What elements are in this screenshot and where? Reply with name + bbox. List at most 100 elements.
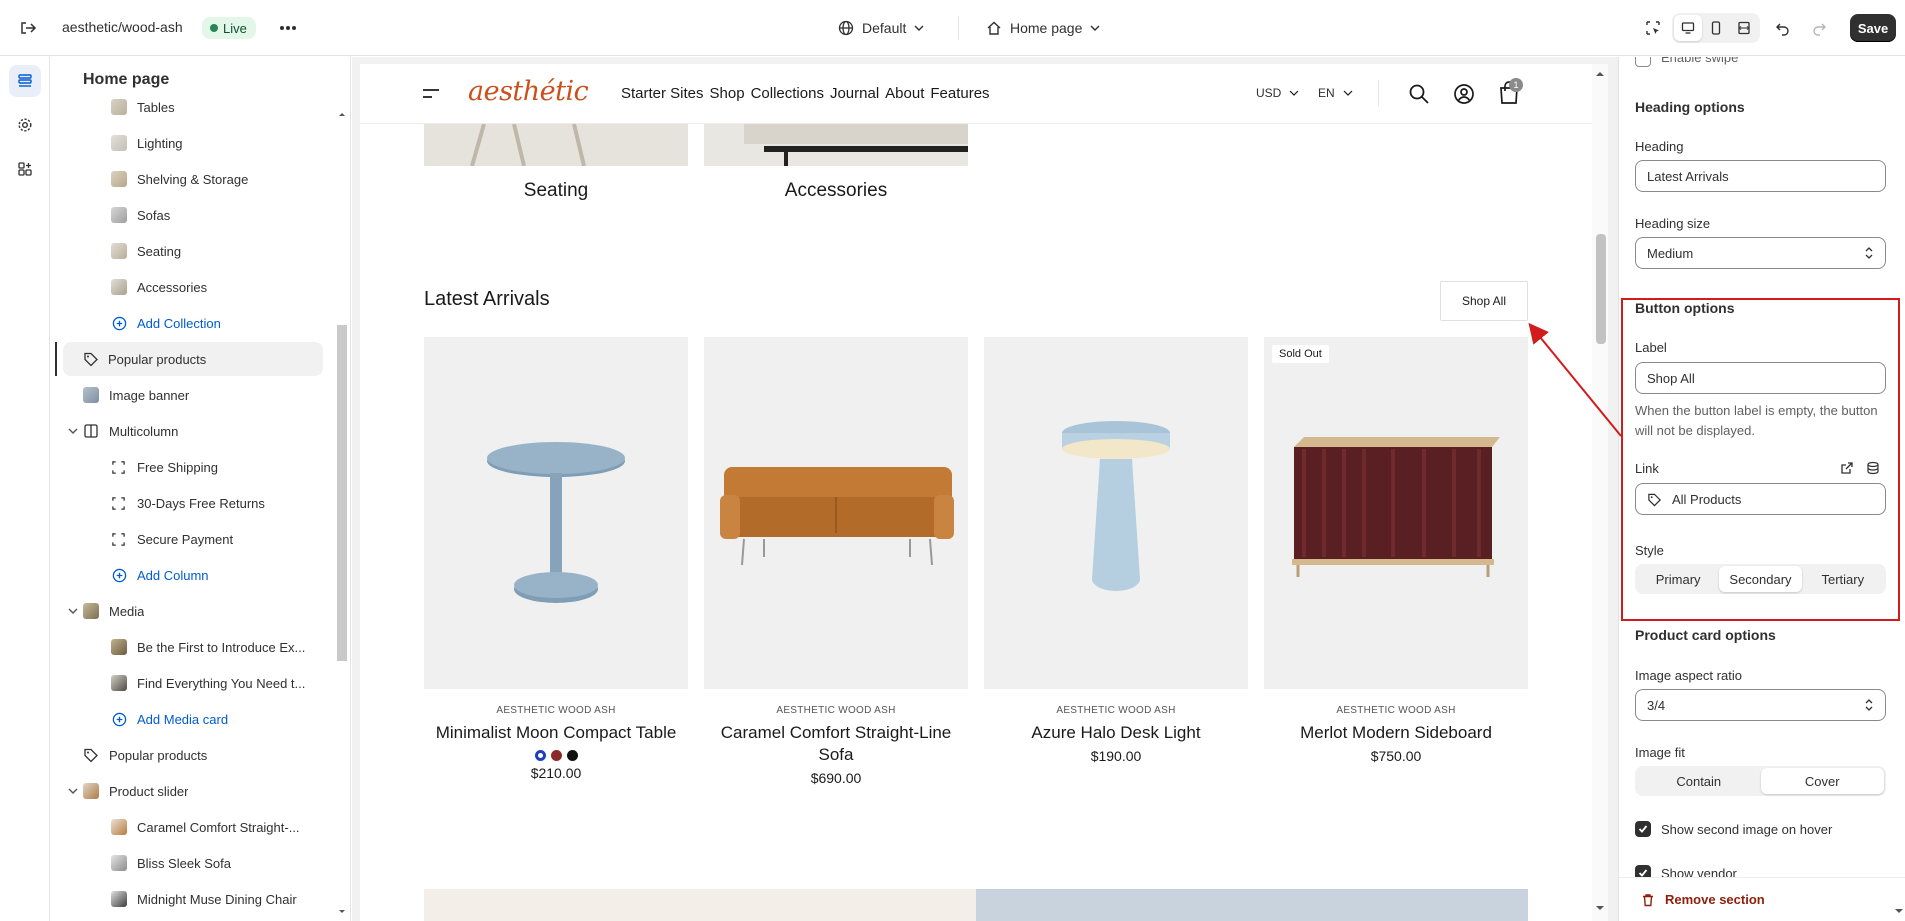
more-actions-icon[interactable] <box>276 16 300 40</box>
tree-item-label: Popular products <box>108 351 207 367</box>
show-second-image-checkbox[interactable] <box>1635 821 1651 837</box>
inspector-icon[interactable] <box>1640 15 1666 41</box>
desktop-view-icon[interactable] <box>1674 15 1702 41</box>
collection-title-accessories[interactable]: Accessories <box>704 180 968 202</box>
enable-swipe-label: Enable swipe <box>1661 57 1739 65</box>
add-column-button[interactable]: Add Column <box>51 558 333 592</box>
swatch-blue[interactable] <box>534 750 546 761</box>
exit-icon[interactable] <box>16 16 40 40</box>
swatch-red[interactable] <box>550 750 562 761</box>
tree-item-label: Tables <box>137 99 175 115</box>
tree-item-free-returns[interactable]: 30-Days Free Returns <box>51 486 333 520</box>
preview-scrollbar[interactable] <box>1592 64 1608 921</box>
sections-icon[interactable] <box>9 65 41 97</box>
product-image[interactable]: Sold Out <box>1264 337 1528 689</box>
tree-item-free-shipping[interactable]: Free Shipping <box>51 450 333 484</box>
mobile-view-icon[interactable] <box>1702 15 1730 41</box>
product-card[interactable]: AESTHETIC WOOD ASH Minimalist Moon Compa… <box>424 337 688 781</box>
account-icon[interactable] <box>1452 82 1476 106</box>
tree-item-lighting[interactable]: Lighting <box>51 126 333 160</box>
tree-item-image-banner[interactable]: Image banner <box>51 378 333 412</box>
product-image[interactable] <box>424 337 688 689</box>
collection-thumbnail <box>111 279 127 295</box>
shop-all-button[interactable]: Shop All <box>1440 281 1528 321</box>
tree-item-label: Shelving & Storage <box>137 171 249 187</box>
nav-link-collections[interactable]: Collections <box>751 85 824 102</box>
nav-link-journal[interactable]: Journal <box>830 85 879 102</box>
language-selector[interactable]: EN <box>1318 86 1353 100</box>
tree-item-popular-products-selected[interactable]: Popular products <box>63 342 323 376</box>
trash-icon <box>1643 893 1653 906</box>
chevron-down-icon[interactable] <box>67 605 79 617</box>
product-image[interactable] <box>704 337 968 689</box>
redo-icon[interactable] <box>1806 15 1832 41</box>
fit-option-contain[interactable]: Contain <box>1637 768 1761 794</box>
menu-icon[interactable] <box>422 87 440 101</box>
product-card[interactable]: AESTHETIC WOOD ASH Azure Halo Desk Light… <box>984 337 1248 764</box>
nav-link-features[interactable]: Features <box>930 85 989 102</box>
page-selector[interactable]: Home page <box>986 14 1100 42</box>
tree-item-product-slider[interactable]: Product slider <box>51 774 333 808</box>
enable-swipe-checkbox[interactable] <box>1635 57 1651 67</box>
tree-item-seating[interactable]: Seating <box>51 234 333 268</box>
tree-item-media[interactable]: Media <box>51 594 333 628</box>
fit-option-cover[interactable]: Cover <box>1760 768 1884 794</box>
tree-item-secure-payment[interactable]: Secure Payment <box>51 522 333 556</box>
tree-item-media-card-1[interactable]: Be the First to Introduce Ex... <box>51 630 333 664</box>
main-nav: Starter Sites Shop Collections Journal A… <box>621 85 990 102</box>
theme-settings-gear-icon[interactable] <box>9 109 41 141</box>
preview-scroll-thumb[interactable] <box>1596 234 1606 344</box>
product-card[interactable]: Sold Out AESTHETIC WOOD ASH Merlot Moder… <box>1264 337 1528 764</box>
undo-icon[interactable] <box>1770 15 1796 41</box>
collection-image-seating[interactable] <box>424 124 688 166</box>
nav-link-shop[interactable]: Shop <box>710 85 745 102</box>
product-card[interactable]: AESTHETIC WOOD ASH Caramel Comfort Strai… <box>704 337 968 786</box>
next-section-image-right[interactable] <box>976 889 1528 921</box>
store-logo[interactable]: aesthétic <box>468 76 589 107</box>
currency-selector[interactable]: USD <box>1256 86 1299 100</box>
sidebar-scroll-thumb[interactable] <box>337 325 347 661</box>
add-media-card-button[interactable]: Add Media card <box>51 702 333 736</box>
annotation-highlight-box <box>1621 298 1900 621</box>
chevron-down-icon[interactable] <box>67 785 79 797</box>
tree-item-tables[interactable]: Tables <box>51 90 333 124</box>
product-image[interactable] <box>984 337 1248 689</box>
sidebar-title: Home page <box>83 71 170 88</box>
nav-link-about[interactable]: About <box>885 85 924 102</box>
globe-icon <box>838 20 854 36</box>
heading-size-select[interactable]: Medium <box>1635 237 1886 269</box>
aspect-ratio-select[interactable]: 3/4 <box>1635 689 1886 721</box>
collection-image-accessories[interactable] <box>704 124 968 166</box>
next-section-image-left[interactable] <box>424 889 976 921</box>
add-collection-button[interactable]: Add Collection <box>51 306 333 340</box>
nav-link-starter-sites[interactable]: Starter Sites <box>621 85 704 102</box>
tree-item-shelving-storage[interactable]: Shelving & Storage <box>51 162 333 196</box>
product-name[interactable]: Minimalist Moon Compact Table <box>424 722 688 744</box>
remove-section-button[interactable]: Remove section <box>1641 892 1765 907</box>
save-button[interactable]: Save <box>1850 14 1896 42</box>
apps-icon[interactable] <box>9 153 41 185</box>
tree-item-slide-1[interactable]: Caramel Comfort Straight-... <box>51 810 333 844</box>
product-name[interactable]: Azure Halo Desk Light <box>984 722 1248 744</box>
chevron-down-icon[interactable] <box>67 425 79 437</box>
tree-item-slide-3[interactable]: Midnight Muse Dining Chair <box>51 882 333 916</box>
tree-item-sofas[interactable]: Sofas <box>51 198 333 232</box>
tree-item-popular-products[interactable]: Popular products <box>51 738 333 772</box>
search-icon[interactable] <box>1407 82 1431 106</box>
device-preview-toggle <box>1672 13 1760 43</box>
tree-item-media-card-2[interactable]: Find Everything You Need t... <box>51 666 333 700</box>
tree-item-label: Multicolumn <box>109 423 179 439</box>
theme-selector[interactable]: Default <box>838 14 924 42</box>
full-width-view-icon[interactable] <box>1730 15 1758 41</box>
product-vendor: AESTHETIC WOOD ASH <box>1056 705 1176 716</box>
collection-title-seating[interactable]: Seating <box>424 180 688 202</box>
product-name[interactable]: Merlot Modern Sideboard <box>1264 722 1528 744</box>
swatch-black[interactable] <box>566 750 578 761</box>
product-name[interactable]: Caramel Comfort Straight-Line Sofa <box>704 722 968 766</box>
tree-item-multicolumn[interactable]: Multicolumn <box>51 414 333 448</box>
tree-item-accessories[interactable]: Accessories <box>51 270 333 304</box>
tree-item-slide-2[interactable]: Bliss Sleek Sofa <box>51 846 333 880</box>
product-price: $690.00 <box>810 770 862 786</box>
heading-input[interactable]: Latest Arrivals <box>1635 160 1886 192</box>
block-icon <box>112 532 125 546</box>
